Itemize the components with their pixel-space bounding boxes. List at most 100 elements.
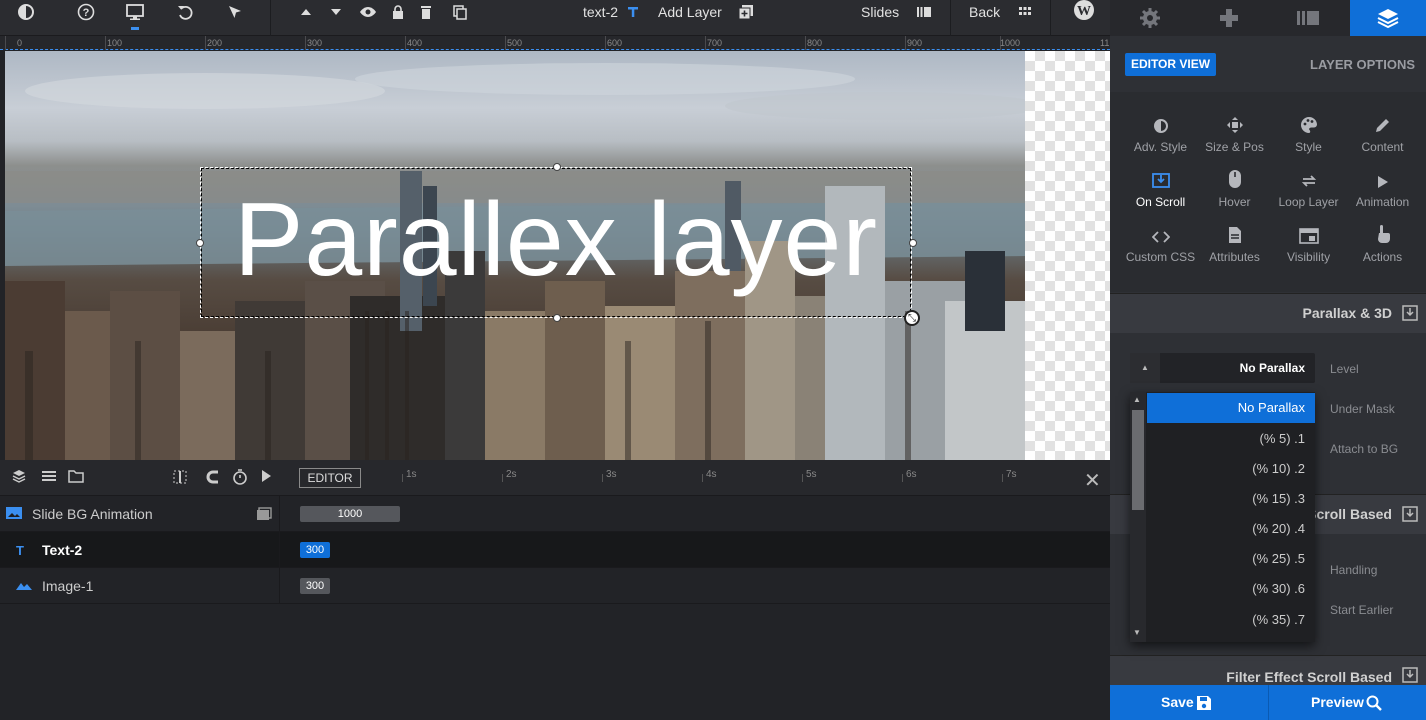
scroll-down-icon[interactable]: ▼	[1133, 628, 1141, 637]
ruler-tick: 200	[207, 38, 223, 48]
resize-handle[interactable]	[909, 239, 917, 247]
lock-icon[interactable]	[383, 2, 413, 22]
option-actions[interactable]: Actions	[1343, 222, 1422, 272]
timeline-row-selected[interactable]: T Text-2 300	[0, 532, 1110, 568]
caret-up-icon[interactable]: ▲	[1130, 353, 1160, 383]
ruler-tick: 500	[507, 38, 523, 48]
slides-button[interactable]: Slides	[861, 4, 899, 20]
duration-bar[interactable]: 1000	[300, 506, 400, 522]
timeline-row[interactable]: Image-1 300	[0, 568, 1110, 604]
editor-button[interactable]: EDITOR	[299, 468, 361, 488]
editor-view-badge[interactable]: EDITOR VIEW	[1125, 53, 1216, 76]
search-icon[interactable]	[1366, 695, 1382, 711]
wordpress-icon[interactable]: W	[1069, 0, 1099, 20]
floppy-icon[interactable]	[1196, 695, 1212, 711]
section-parallax-3d[interactable]: Parallax & 3D	[1110, 293, 1426, 333]
images-icon[interactable]	[256, 507, 272, 521]
eye-icon[interactable]	[353, 2, 383, 22]
dropdown-option[interactable]: (% 15) .3	[1147, 484, 1315, 514]
dropdown-option[interactable]: (% 10) .2	[1147, 454, 1315, 484]
ruler-tick: 100	[107, 38, 123, 48]
horizontal-ruler: 0 100 200 300 400 500 600 700 800 900 10…	[0, 36, 1110, 50]
timeline-row[interactable]: Slide BG Animation 1000	[0, 496, 1110, 532]
attach-bg-label: Attach to BG	[1330, 442, 1399, 456]
undo-icon[interactable]	[170, 2, 200, 22]
dropdown-option[interactable]: (% 5) .1	[1147, 424, 1315, 454]
tab-navigation[interactable]	[1189, 0, 1268, 36]
layer-label: Image-1	[42, 578, 94, 594]
move-up-icon[interactable]	[291, 2, 321, 22]
parallax-level-select[interactable]: ▲ No Parallax	[1130, 353, 1315, 383]
option-visibility[interactable]: Visibility	[1269, 222, 1348, 272]
ruler-tick: 0	[17, 38, 23, 48]
option-loop-layer[interactable]: Loop Layer	[1269, 167, 1348, 217]
trash-icon[interactable]	[411, 2, 441, 22]
play-icon[interactable]	[260, 469, 272, 483]
close-icon[interactable]: ✕	[1084, 468, 1101, 493]
layer-options-title: LAYER OPTIONS	[1310, 57, 1415, 72]
back-button[interactable]: Back	[969, 4, 1000, 20]
scrollbar-thumb[interactable]	[1132, 410, 1144, 510]
scale-handle-icon[interactable]: ⤡	[904, 310, 920, 326]
option-style[interactable]: Style	[1269, 112, 1348, 162]
snap-grid-icon[interactable]	[172, 469, 188, 485]
option-adv-style[interactable]: Adv. Style	[1121, 112, 1200, 162]
resize-handle[interactable]	[553, 314, 561, 322]
layer-selection-box[interactable]	[196, 163, 917, 322]
parallax-level-dropdown[interactable]: ▲ ▼ No Parallax (% 5) .1 (% 10) .2 (% 15…	[1130, 392, 1315, 642]
duration-bar[interactable]: 300	[300, 578, 330, 594]
option-on-scroll[interactable]: On Scroll	[1121, 167, 1200, 217]
gamepad-icon	[1217, 7, 1241, 29]
resize-handle[interactable]	[196, 239, 204, 247]
option-content[interactable]: Content	[1343, 112, 1422, 162]
option-hover[interactable]: Hover	[1195, 167, 1274, 217]
resize-handle[interactable]	[553, 163, 561, 171]
dropdown-option[interactable]: No Parallax	[1147, 393, 1315, 423]
tab-layers[interactable]	[1350, 0, 1426, 36]
option-attributes[interactable]: Attributes	[1195, 222, 1274, 272]
dropdown-option[interactable]: (% 25) .5	[1147, 544, 1315, 574]
tab-slides[interactable]	[1268, 0, 1347, 36]
list-icon[interactable]	[41, 469, 57, 483]
add-layer-icon[interactable]	[731, 2, 761, 22]
ruler-tick: 11	[1100, 38, 1110, 48]
layers-icon[interactable]	[12, 469, 26, 483]
pointer-icon[interactable]	[220, 2, 250, 22]
save-button[interactable]: Save	[1161, 694, 1194, 710]
svg-text:?: ?	[83, 7, 90, 19]
collapse-icon[interactable]	[1402, 506, 1418, 522]
option-size-pos[interactable]: Size & Pos	[1195, 112, 1274, 162]
tab-settings[interactable]	[1110, 0, 1189, 36]
contrast-icon[interactable]	[11, 2, 41, 22]
move-down-icon[interactable]	[321, 2, 351, 22]
duplicate-icon[interactable]	[445, 2, 475, 22]
option-animation[interactable]: Animation	[1343, 167, 1422, 217]
collapse-icon[interactable]	[1402, 305, 1418, 321]
option-label: Hover	[1218, 195, 1251, 209]
slide-canvas[interactable]: Parallex layer ⤡	[5, 51, 1110, 460]
timer-icon[interactable]	[232, 469, 248, 485]
grid-icon[interactable]	[1010, 2, 1040, 22]
code-icon	[1121, 222, 1200, 244]
dropdown-scrollbar[interactable]: ▲ ▼	[1130, 392, 1146, 642]
dropdown-option[interactable]: (% 20) .4	[1147, 514, 1315, 544]
help-icon[interactable]: ?	[71, 2, 101, 22]
duration-bar[interactable]: 300	[300, 542, 330, 558]
slides-icon[interactable]	[909, 2, 939, 22]
option-label: Visibility	[1286, 250, 1331, 264]
add-layer-button[interactable]: Add Layer	[658, 4, 722, 20]
preview-button[interactable]: Preview	[1311, 694, 1364, 710]
option-label: Loop Layer	[1278, 195, 1339, 209]
pencil-icon	[1343, 112, 1422, 134]
dropdown-option[interactable]: (% 35) .7	[1147, 605, 1315, 635]
dropdown-option[interactable]: (% 30) .6	[1147, 574, 1315, 604]
collapse-icon[interactable]	[1402, 667, 1418, 683]
active-device-indicator	[131, 27, 139, 30]
magnet-icon[interactable]	[206, 469, 222, 485]
desktop-icon[interactable]	[120, 2, 150, 22]
section-filter-effect[interactable]: Filter Effect Scroll Based	[1110, 655, 1426, 685]
folder-icon[interactable]	[68, 469, 84, 483]
scroll-up-icon[interactable]: ▲	[1133, 395, 1141, 404]
option-custom-css[interactable]: Custom CSS	[1121, 222, 1200, 272]
save-bar: Save Preview	[1110, 685, 1426, 720]
